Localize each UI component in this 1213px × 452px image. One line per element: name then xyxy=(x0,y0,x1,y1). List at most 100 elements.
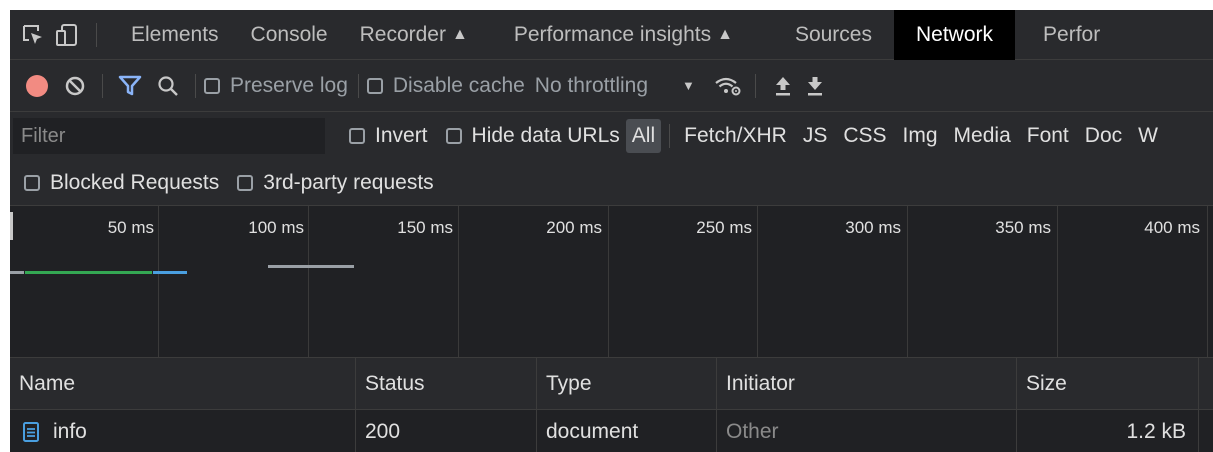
timeline-start-handle[interactable] xyxy=(10,212,13,240)
throttling-select[interactable]: No throttling ▼ xyxy=(535,74,695,98)
filter-type-label: Media xyxy=(953,124,1011,147)
checkbox-box[interactable] xyxy=(24,174,40,191)
checkbox-box[interactable] xyxy=(204,77,220,94)
disable-cache-label: Disable cache xyxy=(392,73,525,97)
hide-data-urls-checkbox[interactable]: Hide data URLs xyxy=(445,124,620,148)
column-header-size[interactable]: Size xyxy=(1017,358,1199,409)
tab-recorder[interactable]: Recorder ▲ xyxy=(350,10,490,60)
filter-type-label: W xyxy=(1138,124,1158,147)
toolbar-divider xyxy=(102,73,103,98)
experimental-flask-icon: ▲ xyxy=(451,25,468,43)
network-overview-timeline[interactable]: 50 ms 100 ms 150 ms 200 ms 250 ms 300 ms… xyxy=(10,206,1213,358)
checkbox-box[interactable] xyxy=(349,128,365,144)
inspect-element-icon[interactable] xyxy=(16,10,50,60)
experimental-flask-icon: ▲ xyxy=(717,25,733,43)
clear-icon xyxy=(65,76,85,95)
search-button[interactable] xyxy=(149,61,187,111)
toolbar-divider xyxy=(669,124,671,148)
upload-icon xyxy=(775,76,790,95)
tab-console[interactable]: Console xyxy=(241,10,350,60)
timeline-tick-label: 350 ms xyxy=(995,218,1051,237)
toolbar-divider xyxy=(754,73,756,98)
filter-type-media[interactable]: Media xyxy=(946,119,1019,153)
blocked-requests-label: Blocked Requests xyxy=(50,170,220,194)
timeline-gridline xyxy=(907,206,908,357)
timeline-tick-label: 50 ms xyxy=(107,218,154,237)
filter-type-label: Img xyxy=(902,124,938,147)
throttling-value: No throttling xyxy=(534,73,649,97)
timeline-gridline xyxy=(608,206,609,357)
column-header-label: Status xyxy=(365,371,425,395)
device-toolbar-icon[interactable] xyxy=(50,10,84,60)
preserve-log-label: Preserve log xyxy=(230,73,348,97)
download-icon xyxy=(807,76,822,95)
filter-type-css[interactable]: CSS xyxy=(835,119,894,153)
tab-label: Sources xyxy=(794,22,872,46)
timeline-tick-label: 150 ms xyxy=(397,218,453,237)
timeline-tick-label: 300 ms xyxy=(845,218,901,237)
filter-type-ws[interactable]: W xyxy=(1130,119,1166,153)
filter-type-img[interactable]: Img xyxy=(895,119,946,153)
network-conditions-button[interactable] xyxy=(709,61,747,111)
timeline-gridline xyxy=(1057,206,1058,357)
third-party-requests-checkbox[interactable]: 3rd-party requests xyxy=(237,170,434,195)
toolbar-divider xyxy=(195,73,196,98)
tab-sources[interactable]: Sources xyxy=(755,10,894,60)
tab-network[interactable]: Network xyxy=(893,10,1016,60)
export-har-button[interactable] xyxy=(796,61,834,111)
devtools-panel: Elements Console Recorder ▲ Performance i… xyxy=(10,10,1213,452)
checkbox-box[interactable] xyxy=(366,77,383,94)
column-header-name[interactable]: Name xyxy=(10,358,356,409)
filter-type-js[interactable]: JS xyxy=(795,119,836,153)
invert-checkbox[interactable]: Invert xyxy=(349,124,428,148)
filter-type-label: JS xyxy=(802,124,828,147)
preserve-log-checkbox[interactable]: Preserve log xyxy=(204,74,348,98)
tab-performance-insights[interactable]: Performance insights ▲ xyxy=(490,10,755,60)
filter-type-label: All xyxy=(631,124,656,147)
checkbox-box[interactable] xyxy=(237,174,254,191)
timeline-gridline xyxy=(158,206,159,357)
column-header-status[interactable]: Status xyxy=(356,358,537,409)
request-initiator: Other xyxy=(726,420,779,443)
filter-toggle-button[interactable] xyxy=(111,61,149,111)
checkbox-box[interactable] xyxy=(445,128,462,144)
timeline-bar-event xyxy=(268,265,354,268)
request-status: 200 xyxy=(365,420,401,443)
timeline-gridline xyxy=(757,206,758,357)
document-icon xyxy=(23,422,39,442)
request-table-header: Name Status Type Initiator Size xyxy=(10,358,1213,410)
tab-elements[interactable]: Elements xyxy=(109,10,241,60)
column-header-type[interactable]: Type xyxy=(537,358,717,409)
tab-label: Elements xyxy=(131,22,219,46)
third-party-requests-label: 3rd-party requests xyxy=(263,170,434,194)
column-header-label: Name xyxy=(19,371,76,395)
column-header-label: Size xyxy=(1026,371,1067,395)
filter-type-doc[interactable]: Doc xyxy=(1077,119,1130,153)
request-size: 1.2 kB xyxy=(1126,420,1186,443)
disable-cache-checkbox[interactable]: Disable cache xyxy=(366,73,525,98)
tab-performance[interactable]: Perfor xyxy=(1015,10,1122,60)
filter-type-fetch-xhr[interactable]: Fetch/XHR xyxy=(676,119,795,153)
filter-input[interactable] xyxy=(13,118,325,154)
timeline-gridline xyxy=(458,206,459,357)
timeline-tick-label: 400 ms xyxy=(1144,218,1200,237)
filter-type-label: Fetch/XHR xyxy=(684,124,787,147)
timeline-tick-label: 250 ms xyxy=(696,218,752,237)
timeline-gridline xyxy=(308,206,309,357)
timeline-gridline xyxy=(1207,206,1208,357)
record-button[interactable] xyxy=(18,61,56,111)
table-row[interactable]: info 200 document Other 1.2 kB xyxy=(10,410,1213,452)
clear-button[interactable] xyxy=(56,61,94,111)
filter-type-label: CSS xyxy=(843,124,887,147)
column-header-label: Initiator xyxy=(726,371,795,395)
filter-type-all[interactable]: All xyxy=(625,119,662,153)
request-initiator-cell: Other xyxy=(717,410,1017,452)
search-icon xyxy=(158,75,178,96)
column-header-initiator[interactable]: Initiator xyxy=(717,358,1017,409)
filter-type-font[interactable]: Font xyxy=(1019,119,1077,153)
blocked-requests-checkbox[interactable]: Blocked Requests xyxy=(24,171,219,195)
tab-label: Perfor xyxy=(1043,22,1101,46)
request-name-cell[interactable]: info xyxy=(10,410,356,452)
filter-bar: Invert Hide data URLs All Fetch/XHR JS C… xyxy=(10,112,1213,160)
request-filter-bar: Blocked Requests 3rd-party requests xyxy=(10,160,1213,206)
